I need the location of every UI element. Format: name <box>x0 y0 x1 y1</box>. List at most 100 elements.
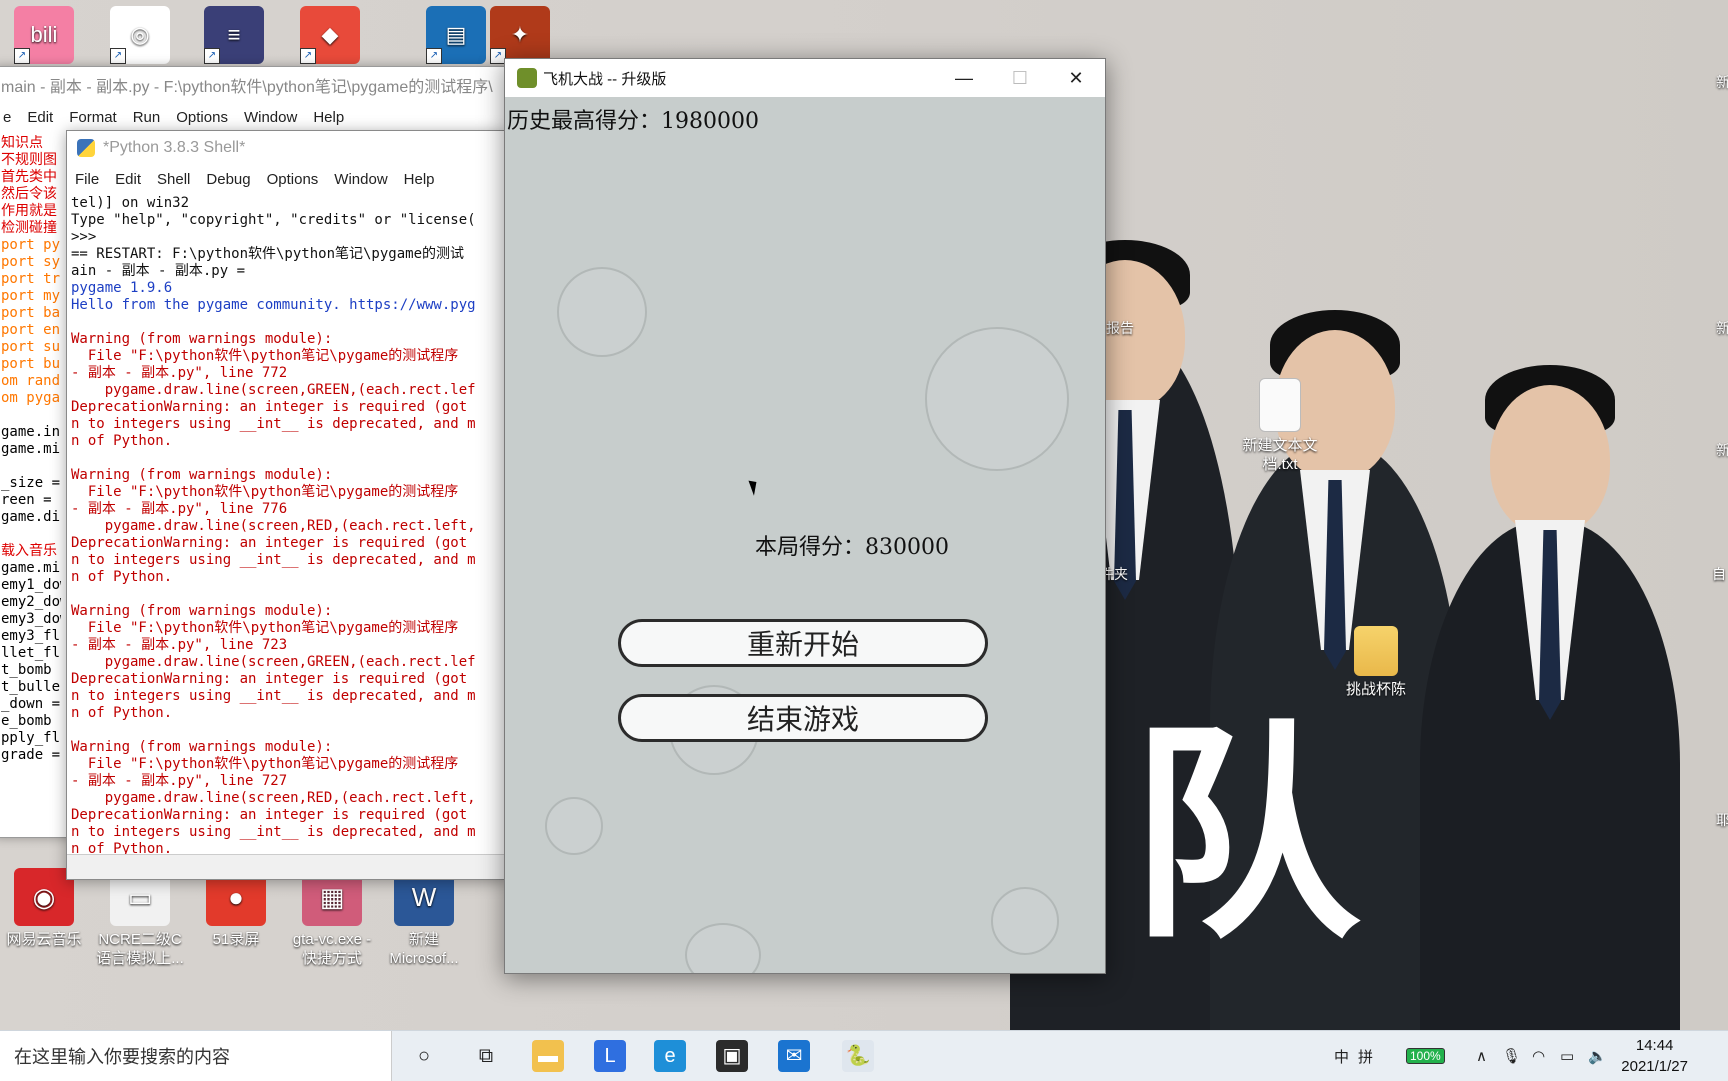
close-button[interactable]: ✕ <box>1047 59 1105 97</box>
restart-button[interactable]: 重新开始 <box>618 619 988 667</box>
menu-options[interactable]: Options <box>168 109 236 126</box>
code-line: emy3_dow <box>1 611 61 627</box>
shell-output-line: - 副本 - 副本.py", line 776 <box>71 501 288 517</box>
editor-menubar: e Edit Format Run Options Window Help <box>0 103 509 131</box>
microphone-icon[interactable]: 🎙 <box>1502 1031 1521 1081</box>
code-line: emy1_dow <box>1 577 61 593</box>
shell-output-line: ain - 副本 - 副本.py = <box>71 263 246 279</box>
cortana-icon[interactable]: ○ <box>408 1040 440 1072</box>
taskbar-search-box[interactable]: 在这里输入你要搜索的内容 <box>0 1031 392 1081</box>
menu-format[interactable]: Format <box>61 109 125 126</box>
code-line: port my <box>1 288 61 304</box>
shortcut-arrow-icon: ↗ <box>426 48 442 64</box>
battery-icon: 100% <box>1406 1048 1445 1064</box>
code-line: t_bomb <box>1 662 61 678</box>
wifi-icon[interactable]: ◠ <box>1532 1031 1545 1081</box>
desktop-icon-folder[interactable]: 挑战杯陈 <box>1328 626 1424 699</box>
desktop-icon-circuit-app[interactable]: ≡ ↗ <box>186 6 282 68</box>
menu-help[interactable]: Help <box>305 109 352 126</box>
shell-output-line: pygame.draw.line(screen,GREEN,(each.rect… <box>71 382 476 398</box>
desktop-icon-label: 新建文本文 档.txt <box>1242 437 1318 473</box>
code-line: port py <box>1 237 61 253</box>
app-shortcut-icon: ◉ <box>14 868 74 926</box>
game-window[interactable]: 飞机大战 -- 升级版 — ☐ ✕ 历史最高得分：1980000 本局得分：83… <box>504 58 1106 974</box>
ime-indicator[interactable]: 拼 <box>1358 1031 1373 1081</box>
asteroid <box>991 887 1059 955</box>
shell-output-line <box>71 586 507 603</box>
bilibili-icon: bili ↗ <box>14 6 74 64</box>
desktop-icon-colorful-app[interactable]: ◆ ↗ <box>282 6 378 68</box>
desktop-icon-shortcut[interactable]: ▦ gta-vc.exe - 快捷方式 <box>284 868 380 968</box>
file-explorer-icon[interactable]: ▬ <box>532 1040 564 1072</box>
score-label: 本局得分： <box>755 535 866 560</box>
menu-help[interactable]: Help <box>396 171 443 188</box>
shell-output-line <box>71 450 507 467</box>
store-icon[interactable]: ▣ <box>716 1040 748 1072</box>
desktop-icon-shortcut[interactable]: W 新建 Microsof... <box>376 868 472 968</box>
desktop-icon-shortcut[interactable]: ◉ 网易云音乐 <box>0 868 92 949</box>
high-score-value: 1980000 <box>661 109 759 134</box>
desktop-icon-baidu-netdisk[interactable]: ◎ ↗ <box>92 6 188 68</box>
volume-icon[interactable]: 🔈 <box>1588 1031 1607 1081</box>
code-line: game.mi <box>1 441 61 457</box>
shell-output-line <box>71 722 507 739</box>
shell-title: *Python 3.8.3 Shell* <box>103 139 246 156</box>
asteroid <box>685 923 761 973</box>
shell-output-line: n to integers using __int__ is deprecate… <box>71 416 476 432</box>
shell-output-line: File "F:\python软件\python笔记\pygame的测试程序 <box>71 620 459 636</box>
shell-output-line: pygame.draw.line(screen,GREEN,(each.rect… <box>71 654 476 670</box>
desktop-icon-label: 新建 Microsof... <box>389 931 459 967</box>
edge-icon[interactable]: e <box>654 1040 686 1072</box>
menu-window[interactable]: Window <box>326 171 395 188</box>
shell-output-line: File "F:\python软件\python笔记\pygame的测试程序 <box>71 756 459 772</box>
menu-debug[interactable]: Debug <box>198 171 258 188</box>
menu-edit[interactable]: Edit <box>107 171 149 188</box>
quit-game-button[interactable]: 结束游戏 <box>618 694 988 742</box>
python-icon <box>77 139 95 157</box>
desktop-icon-shortcut[interactable]: ● 51录屏 <box>188 868 284 949</box>
code-line: _down = <box>1 696 61 712</box>
python-icon[interactable]: 🐍 <box>842 1040 874 1072</box>
taskbar-clock[interactable]: 14:44 2021/1/27 <box>1621 1035 1688 1077</box>
shell-output-line: n to integers using __int__ is deprecate… <box>71 824 476 840</box>
desktop-icon-label: NCRE二级C 语言模拟上... <box>96 931 184 967</box>
minimize-button[interactable]: — <box>935 59 993 97</box>
code-line: e_bomb <box>1 713 61 729</box>
desktop-icon-bilibili[interactable]: bili ↗ <box>0 6 92 68</box>
shell-titlebar[interactable]: *Python 3.8.3 Shell* <box>67 131 507 165</box>
menu-file[interactable]: e <box>0 109 19 126</box>
code-line: port en <box>1 322 61 338</box>
app-l-icon[interactable]: L <box>594 1040 626 1072</box>
code-line: om pygai <box>1 390 61 406</box>
power-icon[interactable]: ▭ <box>1560 1031 1574 1081</box>
menu-options[interactable]: Options <box>259 171 327 188</box>
show-hidden-icons-chevron-icon[interactable]: ∧ <box>1476 1031 1487 1081</box>
input-mode-indicator[interactable]: 中 <box>1334 1031 1349 1081</box>
menu-window[interactable]: Window <box>236 109 305 126</box>
game-titlebar[interactable]: 飞机大战 -- 升级版 — ☐ ✕ <box>505 59 1105 97</box>
shell-output[interactable]: tel)] on win32 Type "help", "copyright", … <box>71 195 507 858</box>
menu-shell[interactable]: Shell <box>149 171 198 188</box>
clock-time: 14:44 <box>1635 1037 1674 1054</box>
idle-shell-window[interactable]: *Python 3.8.3 Shell* File Edit Shell Deb… <box>66 130 508 880</box>
folder-icon <box>1354 626 1398 676</box>
desktop-icon-shortcut[interactable]: ▭ NCRE二级C 语言模拟上... <box>92 868 188 968</box>
shell-output-line: pygame 1.9.6 <box>71 280 173 296</box>
game-canvas[interactable]: 历史最高得分：1980000 本局得分：830000 重新开始 结束游戏 <box>505 97 1105 973</box>
score-value: 830000 <box>865 535 949 560</box>
editor-code-area[interactable]: 知识点 不规则图 首先类中 然后令该 作用就是 检测碰撞 port py port sy por… <box>1 135 61 764</box>
shell-output-line: - 副本 - 副本.py", line 727 <box>71 773 288 789</box>
menu-edit[interactable]: Edit <box>19 109 61 126</box>
shell-output-line: Warning (from warnings module): <box>71 739 333 755</box>
mail-icon[interactable]: ✉ <box>778 1040 810 1072</box>
maximize-button[interactable]: ☐ <box>991 59 1049 97</box>
menu-file[interactable]: File <box>67 171 107 188</box>
battery-indicator[interactable]: 100% <box>1406 1031 1445 1081</box>
task-view-icon[interactable]: ⧉ <box>470 1040 502 1072</box>
editor-titlebar[interactable]: main - 副本 - 副本.py - F:\python软件\python笔记… <box>0 67 509 103</box>
menu-run[interactable]: Run <box>125 109 169 126</box>
desktop-icon-text-file[interactable]: 新建文本文 档.txt <box>1232 378 1328 474</box>
wallpaper-person-3 <box>1420 365 1680 1030</box>
clock-date: 2021/1/27 <box>1621 1058 1688 1075</box>
